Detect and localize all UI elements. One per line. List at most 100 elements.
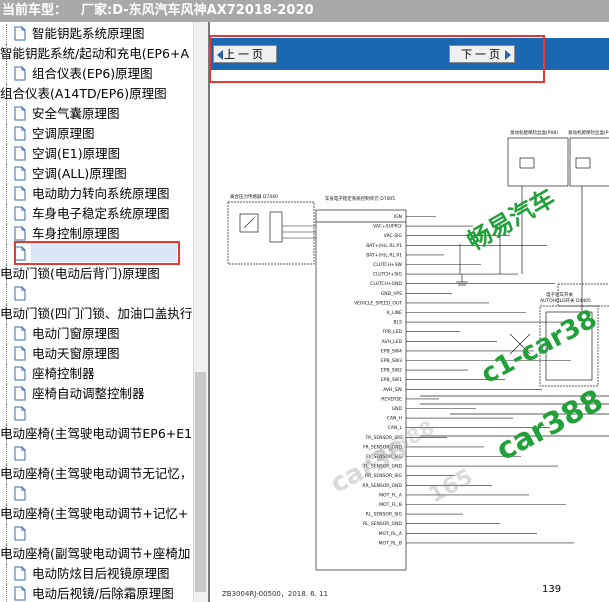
tree-folder-row[interactable]: 组合仪表(A14TD/EP6)原理图	[0, 84, 193, 104]
tree-doc-row[interactable]: 电动后视镜/后除霜原理图	[0, 584, 193, 602]
tree-item-label: 电动门锁(四门门锁、加油口盖执行	[0, 306, 193, 321]
ecu-pin-label: VEHICLE_SPEED_OUT	[354, 300, 402, 306]
tree-item-label: 电动防炫目后视镜原理图	[32, 566, 170, 581]
tree-doc-row[interactable]: 电动助力转向系统原理图	[0, 184, 193, 204]
tree-doc-row[interactable]	[0, 524, 193, 544]
tree-guide-line	[6, 364, 7, 384]
tree-scroll-thumb[interactable]	[195, 372, 206, 592]
tree-folder-row[interactable]: 电动座椅(主驾驶电动调节无记忆，ﾉ	[0, 464, 193, 484]
document-icon	[14, 206, 26, 221]
document-icon	[14, 586, 26, 601]
document-icon	[14, 286, 26, 301]
tree-folder-row[interactable]: 电动门锁(四门门锁、加油口盖执行	[0, 304, 193, 324]
tree-item-label: 电动座椅(副驾驶电动调节+座椅加	[0, 546, 191, 561]
document-icon	[14, 386, 26, 401]
document-icon	[14, 26, 26, 41]
epb-switch-label: 电子驻车开关	[546, 291, 573, 298]
tree-doc-row[interactable]: 组合仪表(EP6)原理图	[0, 64, 193, 84]
tree-doc-row[interactable]: 电动门窗原理图	[0, 324, 193, 344]
tree-guide-line	[6, 104, 7, 124]
ecu-pin-label: MOT_FL_A	[379, 492, 403, 498]
ecu-pin-label: IGN	[394, 214, 402, 220]
tree-guide-line	[6, 344, 7, 364]
document-icon	[14, 166, 26, 181]
tree-guide-line	[6, 224, 7, 244]
ecu-pin-label: EPB_SW2	[381, 368, 402, 374]
document-icon	[14, 226, 26, 241]
tree-item-label: 电动天窗原理图	[32, 346, 120, 361]
ecu-pin-label: MOT_RL_B	[379, 540, 402, 546]
tree-doc-row[interactable]: 电动天窗原理图	[0, 344, 193, 364]
ecu-pin-label: K_LINE	[387, 310, 402, 316]
tree-guide-line	[6, 484, 7, 504]
tree-item-label: 电动座椅(主驾驶电动调节EP6+E1	[0, 426, 193, 441]
tree-item-label: 电动座椅(主驾驶电动调节无记忆，ﾉ	[0, 466, 193, 481]
document-tree[interactable]: 智能钥匙系统原理图智能钥匙系统/起动和充电(EP6+A 组合仪表(EP6)原理图组…	[0, 22, 193, 602]
tree-doc-row[interactable]: 座椅控制器	[0, 364, 193, 384]
document-icon	[14, 106, 26, 121]
tree-guide-line	[6, 284, 7, 304]
tree-doc-row[interactable]	[0, 284, 193, 304]
tree-doc-row[interactable]: 智能钥匙系统原理图	[0, 24, 193, 44]
tree-doc-row[interactable]: 空调(E1)原理图	[0, 144, 193, 164]
tree-item-label: 车身电子稳定系统原理图	[32, 206, 170, 221]
tree-item-label: 电动门窗原理图	[32, 326, 120, 341]
tree-folder-row[interactable]: 电动座椅(副驾驶电动调节+座椅加	[0, 544, 193, 564]
tree-item-label: 智能钥匙系统原理图	[32, 26, 145, 41]
document-icon	[14, 66, 26, 81]
document-icon	[14, 526, 26, 541]
tree-guide-line	[6, 164, 7, 184]
ecu-pin-label: CLUTCH+SW	[373, 262, 402, 268]
tree-doc-row[interactable]: 电动防炫目后视镜原理图	[0, 564, 193, 584]
ecu-pin-label: BAT+(H)L.RL.P1	[366, 243, 402, 249]
tree-item-label: 电动后视镜/后除霜原理图	[32, 586, 174, 601]
document-icon	[14, 446, 26, 461]
ecu-pin-label: VAC+SUPPLY	[373, 224, 402, 230]
ecu-pin-label: AVH_SW	[383, 387, 402, 393]
ecu-pin-label: FPB_LED	[383, 329, 403, 335]
ecu-pin-label: EPB_SW4	[381, 348, 402, 354]
ecu-pin-label: RL_SENSOR_GND	[363, 521, 403, 527]
tree-guide-line	[6, 184, 7, 204]
autohold-connector-label: AUTOHOLD开关 D4405	[540, 297, 591, 304]
tree-guide-line	[6, 584, 7, 602]
ecu-pin-label: RL_SENSOR_SIG	[366, 512, 403, 518]
tree-folder-row[interactable]: 电动座椅(主驾驶电动调节+记忆+	[0, 504, 193, 524]
tree-doc-row[interactable]: 车身电子稳定系统原理图	[0, 204, 193, 224]
fuse-box-top	[507, 137, 569, 187]
tree-doc-row[interactable]: 安全气囊原理图	[0, 104, 193, 124]
tree-item-label: 空调(ALL)原理图	[32, 166, 127, 181]
tree-doc-row[interactable]: 空调(ALL)原理图	[0, 164, 193, 184]
document-icon	[14, 146, 26, 161]
document-icon	[14, 406, 26, 421]
tree-guide-line	[6, 244, 7, 264]
tree-folder-row[interactable]: 智能钥匙系统/起动和充电(EP6+A	[0, 44, 193, 64]
tree-guide-line	[6, 204, 7, 224]
tree-guide-line	[6, 124, 7, 144]
tree-doc-row[interactable]	[0, 484, 193, 504]
vehicle-model: 厂家:D-东风汽车风神AX72018-2020	[81, 3, 314, 18]
tree-item-label: 安全气囊原理图	[32, 106, 120, 121]
ecu-pin-label: BAT+(H)L.RL.P1	[366, 252, 402, 258]
tree-guide-line	[6, 564, 7, 584]
tree-doc-row[interactable]	[0, 444, 193, 464]
tree-folder-row[interactable]: 电动座椅(主驾驶电动调节EP6+E1	[0, 424, 193, 444]
tree-guide-line	[6, 384, 7, 404]
ecu-pin-label: CLUTCH+GND	[370, 281, 402, 287]
selection-annotation-box	[14, 241, 180, 265]
tree-doc-row[interactable]	[0, 404, 193, 424]
tree-item-label: 座椅控制器	[32, 366, 95, 381]
tree-guide-line	[6, 404, 7, 424]
tree-doc-row[interactable]: 座椅自动调整控制器	[0, 384, 193, 404]
ecu-pin-label: CLUTCH+SIG	[373, 272, 403, 278]
ecu-pin-label: VAC-SIG	[384, 233, 403, 239]
document-icon	[14, 186, 26, 201]
tree-folder-row[interactable]: 电动门锁(电动后背门)原理图	[0, 264, 193, 284]
navigation-annotation-box	[209, 35, 545, 83]
document-icon	[14, 366, 26, 381]
ecu-title: 车身电子稳定系统控制单元 D7005	[325, 195, 395, 202]
schematic-labels: IGN VAC+SUPPLY VAC-SIG BAT+(H)L.RL.P1 BAT+(H…	[354, 214, 403, 546]
fuse-box-top-label-2: 发动机舱保险丝盒(P	[568, 129, 609, 136]
tree-doc-row[interactable]: 空调原理图	[0, 124, 193, 144]
tree-guide-line	[6, 24, 7, 44]
